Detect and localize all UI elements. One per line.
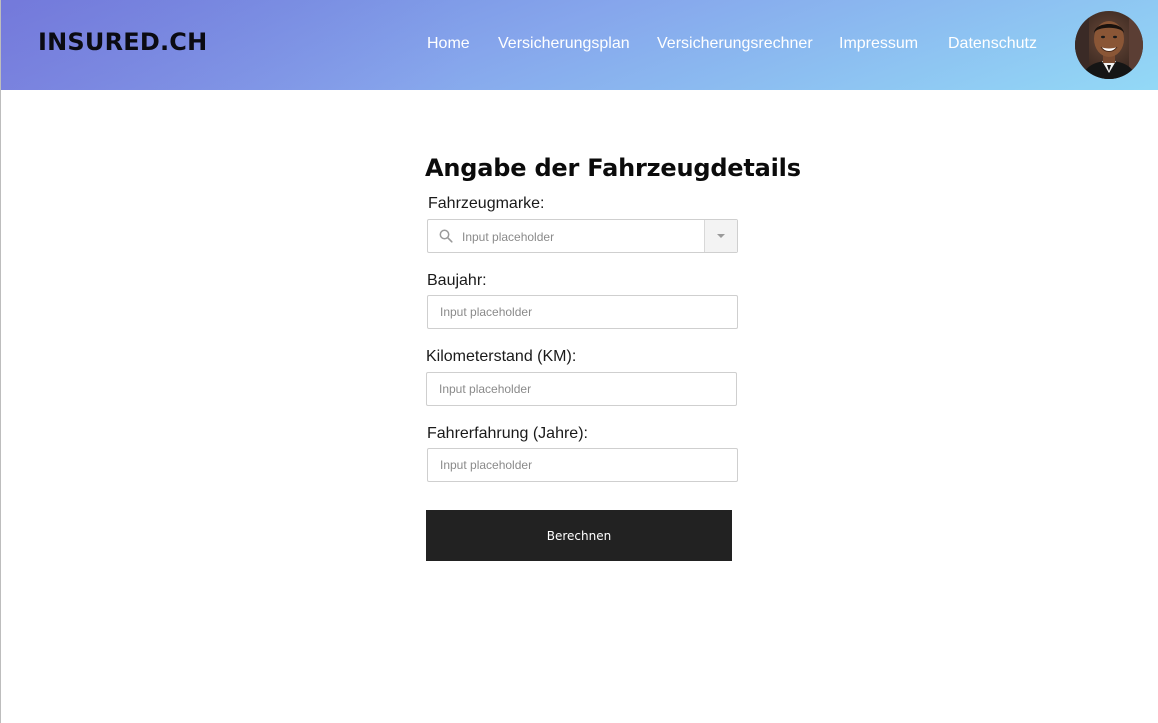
nav-impressum-link[interactable]: Impressum [839,35,918,53]
nav-versicherungsrechner-link[interactable]: Versicherungsrechner [657,35,813,53]
logo[interactable]: INSURED.CH [38,28,207,56]
fahrerfahrung-label: Fahrerfahrung (Jahre): [427,425,588,442]
nav-home-link[interactable]: Home [427,35,470,53]
kilometerstand-input[interactable] [426,372,737,406]
fahrerfahrung-input[interactable] [427,448,738,482]
page: INSURED.CH Home Versicherungsplan Versic… [0,0,1158,723]
header: INSURED.CH Home Versicherungsplan Versic… [1,0,1158,90]
nav-versicherungsplan-link[interactable]: Versicherungsplan [498,35,630,53]
fahrzeugmarke-input[interactable] [460,220,704,254]
baujahr-input[interactable] [427,295,738,329]
fahrzeugmarke-select[interactable] [427,219,738,254]
berechnen-button[interactable]: Berechnen [426,510,732,561]
avatar-portrait-icon [1075,11,1143,79]
nav-datenschutz-link[interactable]: Datenschutz [948,35,1037,53]
fahrzeugmarke-dropdown-button[interactable] [704,220,737,252]
fahrzeugmarke-label: Fahrzeugmarke: [428,195,545,212]
user-avatar[interactable] [1075,11,1143,79]
kilometerstand-label: Kilometerstand (KM): [426,348,577,365]
page-title: Angabe der Fahrzeugdetails [425,154,801,183]
search-icon [439,229,453,243]
baujahr-label: Baujahr: [427,272,487,289]
chevron-down-icon [717,234,725,238]
